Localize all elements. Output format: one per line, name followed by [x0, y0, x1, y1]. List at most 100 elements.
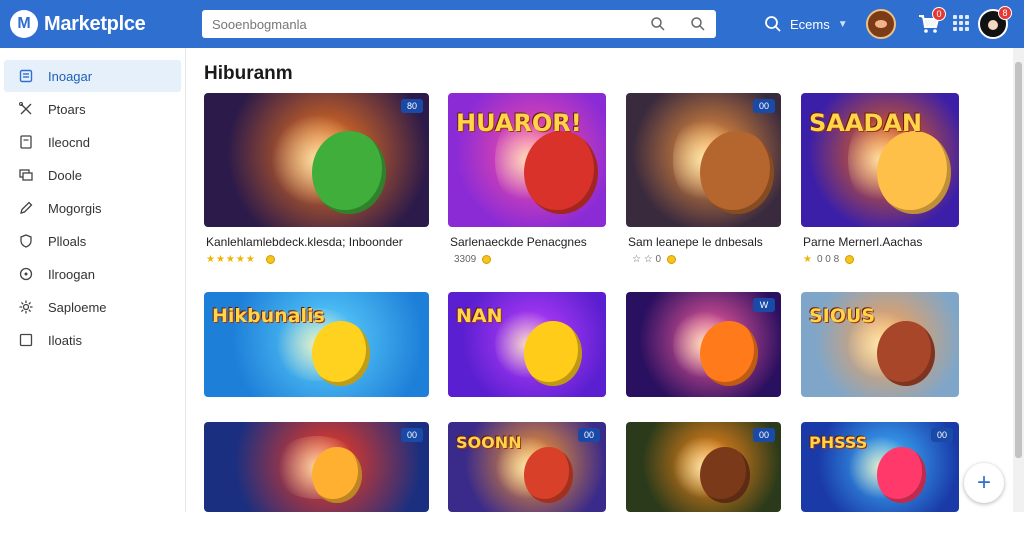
sidebar-item-7[interactable]: Ilroogan — [4, 258, 181, 290]
card-tag: 00 — [401, 428, 423, 442]
character-illustration — [876, 447, 927, 503]
character-illustration — [700, 130, 775, 214]
game-card[interactable]: SAADAN Parne Mernerl.Aachas ★ 0 0 8 — [801, 93, 959, 271]
gear-icon — [18, 299, 34, 315]
game-card[interactable]: Hikbunalis — [204, 292, 429, 441]
game-card[interactable]: SOONN 00 — [448, 422, 606, 556]
character-illustration — [523, 447, 574, 503]
rating-stars: ★ — [803, 254, 813, 265]
sidebar-item-label: Iloatis — [48, 332, 82, 348]
sidebar-item-6[interactable]: Plloals — [4, 225, 181, 257]
game-thumbnail[interactable]: SIOUS — [801, 292, 959, 397]
game-title-art: Hikbunalis — [212, 304, 325, 327]
sidebar-item-label: Saploeme — [48, 299, 107, 315]
search-bar — [202, 10, 716, 38]
game-thumbnail[interactable]: PHSSS 00 — [801, 422, 959, 512]
game-title[interactable]: Sam leanepe le dnbesals — [628, 235, 763, 249]
notification-badge: 8 — [998, 6, 1012, 20]
scrollbar[interactable] — [1013, 48, 1024, 512]
game-title[interactable]: Kanlehlamlebdeck.klesda; Inboonder — [206, 235, 403, 249]
game-card[interactable]: 80 Kanlehlamlebdeck.klesda; Inboonder ★★★★… — [204, 93, 429, 271]
character-illustration — [876, 321, 935, 387]
character-avatar[interactable] — [866, 9, 896, 39]
add-button[interactable]: + — [964, 463, 1004, 503]
layers-icon — [18, 167, 34, 183]
card-tag: 00 — [931, 428, 953, 442]
top-search-menu[interactable]: Ecems ▼ — [764, 0, 848, 48]
sidebar-item-3[interactable]: Ileocnd — [4, 126, 181, 158]
card-tag: 80 — [401, 99, 423, 113]
character-illustration — [312, 447, 362, 503]
top-bar: M Marketplce Ecems ▼ 0 8 — [0, 0, 1024, 48]
sidebar-item-4[interactable]: Doole — [4, 159, 181, 191]
game-card[interactable]: 00 — [626, 422, 781, 556]
coin-icon — [667, 255, 677, 264]
sidebar-item-label: Inoagar — [48, 68, 93, 84]
sidebar-item-label: Plloals — [48, 233, 87, 249]
scrollbar-thumb[interactable] — [1015, 62, 1022, 458]
game-thumbnail[interactable]: HUAROR! — [448, 93, 606, 227]
game-title-art: SIOUS — [809, 304, 876, 327]
card-tag: W — [753, 298, 775, 312]
game-thumbnail[interactable]: 00 — [626, 93, 781, 227]
cart-badge: 0 — [932, 7, 946, 21]
sidebar-item-1[interactable]: Inoagar — [4, 60, 181, 92]
character-illustration — [700, 447, 750, 503]
sidebar-item-label: Doole — [48, 167, 82, 183]
refresh-icon — [18, 266, 34, 282]
game-card[interactable]: 00 — [204, 422, 429, 556]
game-card[interactable]: PHSSS 00 — [801, 422, 959, 556]
game-title-art: PHSSS — [809, 432, 868, 452]
game-thumbnail[interactable]: 80 — [204, 93, 429, 227]
search-submit-icon[interactable] — [690, 16, 706, 32]
game-title-art: SAADAN — [809, 109, 923, 138]
sidebar: Inoagar Ptoars Ileocnd Doole Mogorgis Plloals… — [0, 48, 186, 512]
game-thumbnail[interactable]: SOONN 00 — [448, 422, 606, 512]
game-thumbnail[interactable]: NAN — [448, 292, 606, 397]
tools-icon — [18, 101, 34, 117]
game-thumbnail[interactable]: Hikbunalis — [204, 292, 429, 397]
search-icon — [764, 15, 782, 33]
game-card[interactable]: SIOUS — [801, 292, 959, 441]
game-thumbnail[interactable]: 00 — [204, 422, 429, 512]
sidebar-item-label: Ileocnd — [48, 134, 90, 150]
game-thumbnail[interactable]: SAADAN — [801, 93, 959, 227]
character-illustration — [523, 321, 582, 387]
search-icon[interactable] — [650, 16, 666, 32]
search-input[interactable] — [212, 16, 632, 32]
game-card[interactable]: HUAROR! Sarlenaeckde Penacgnes 3309 — [448, 93, 606, 271]
sidebar-item-5[interactable]: Mogorgis — [4, 192, 181, 224]
sidebar-item-label: Ptoars — [48, 101, 86, 117]
game-title-art: HUAROR! — [456, 109, 582, 138]
shield-icon — [18, 233, 34, 249]
sidebar-item-label: Ilroogan — [48, 266, 95, 282]
game-title[interactable]: Parne Mernerl.Aachas — [803, 235, 922, 249]
rating-value: ☆ ☆ 0 — [632, 254, 662, 265]
sidebar-item-8[interactable]: Saploeme — [4, 291, 181, 323]
store-icon — [18, 68, 34, 84]
page-title: Hiburanm — [204, 63, 293, 84]
card-tag: 00 — [578, 428, 600, 442]
card-tag: 00 — [753, 99, 775, 113]
apps-grid-icon[interactable] — [953, 15, 969, 31]
sidebar-item-9[interactable]: Iloatis — [4, 324, 181, 356]
main-content: Hiburanm 80 Kanlehlamlebdeck.klesda; Inbo… — [187, 48, 1013, 512]
game-rating: 3309 — [450, 254, 492, 265]
game-thumbnail[interactable]: 00 — [626, 422, 781, 512]
rating-value: 0 0 8 — [816, 254, 840, 265]
document-icon — [18, 134, 34, 150]
game-title-art: SOONN — [456, 432, 522, 452]
game-card[interactable]: W — [626, 292, 781, 441]
sidebar-item-2[interactable]: Ptoars — [4, 93, 181, 125]
character-illustration — [523, 130, 598, 214]
app-logo[interactable]: M Marketplce — [10, 10, 146, 38]
game-title[interactable]: Sarlenaeckde Penacgnes — [450, 235, 587, 249]
game-rating: ★ 0 0 8 — [803, 254, 855, 265]
chevron-down-icon: ▼ — [837, 18, 848, 30]
game-thumbnail[interactable]: W — [626, 292, 781, 397]
coin-icon — [845, 255, 855, 264]
coin-icon — [265, 255, 275, 264]
game-card[interactable]: NAN — [448, 292, 606, 441]
square-icon — [18, 332, 34, 348]
game-card[interactable]: 00 Sam leanepe le dnbesals ☆ ☆ 0 — [626, 93, 781, 271]
